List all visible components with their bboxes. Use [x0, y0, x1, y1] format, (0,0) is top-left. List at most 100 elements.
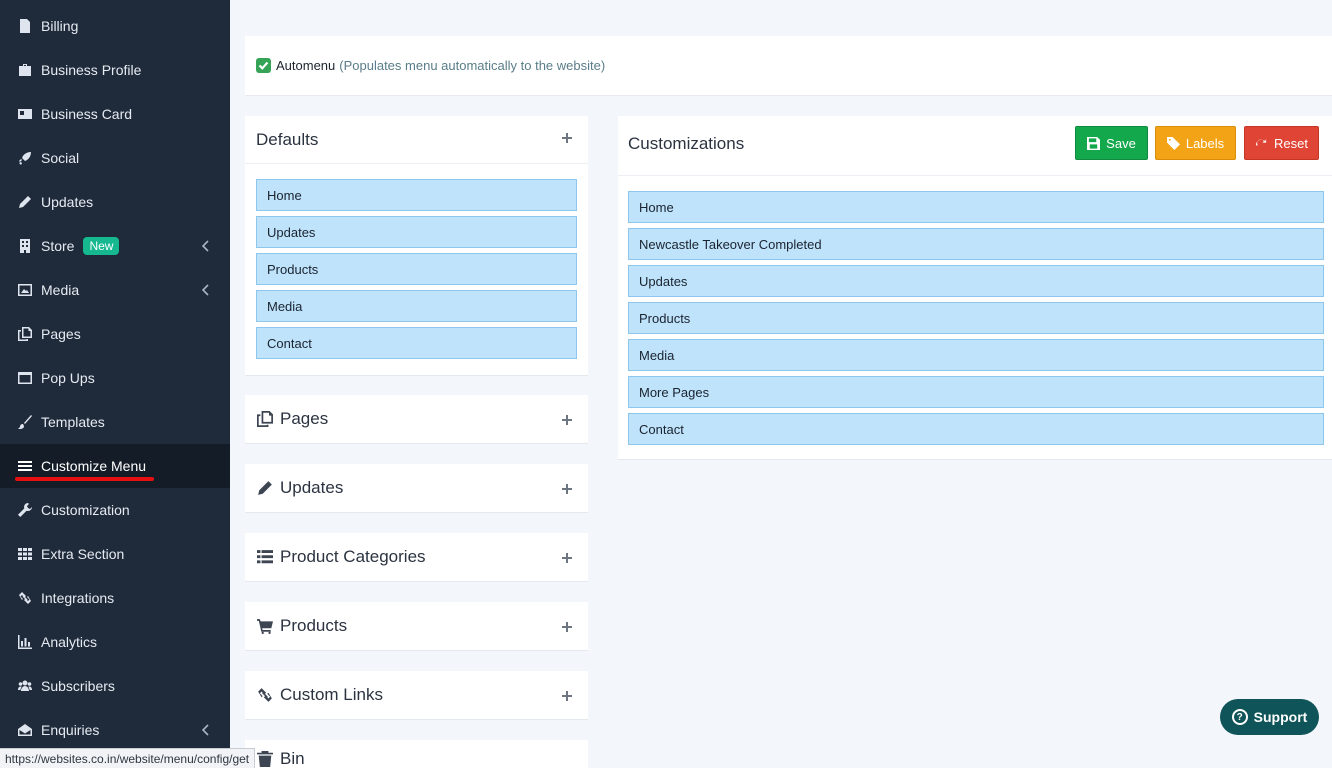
sidebar-item-label: Subscribers [41, 678, 115, 694]
pencil-icon [256, 479, 274, 497]
reset-label: Reset [1274, 135, 1308, 151]
sidebar-item-customize-menu[interactable]: Customize Menu [0, 444, 230, 488]
sidebar-item-customization[interactable]: Customization [0, 488, 230, 532]
sidebar-item-label: Customize Menu [41, 458, 147, 474]
trash-icon [256, 750, 274, 768]
automenu-checkbox[interactable] [256, 58, 271, 73]
sidebar-item-pages[interactable]: Pages [0, 312, 230, 356]
pencil-icon [17, 194, 33, 210]
product-categories-panel[interactable]: Product Categories [245, 533, 588, 582]
sidebar-item-integrations[interactable]: Integrations [0, 576, 230, 620]
sidebar-item-subscribers[interactable]: Subscribers [0, 664, 230, 708]
list-icon [256, 548, 274, 566]
updates-title: Updates [280, 478, 344, 497]
support-button[interactable]: ? Support [1220, 699, 1319, 735]
defaults-item-contact[interactable]: Contact [256, 327, 577, 359]
defaults-item-media[interactable]: Media [256, 290, 577, 322]
automenu-hint: (Populates menu automatically to the web… [339, 58, 606, 73]
custom-links-panel[interactable]: Custom Links [245, 671, 588, 720]
custom-item-contact[interactable]: Contact [628, 413, 1324, 445]
sidebar-item-media[interactable]: Media [0, 268, 230, 312]
sidebar-item-label: Business Card [41, 106, 133, 122]
labels-label: Labels [1185, 135, 1225, 151]
products-header[interactable]: Products [245, 602, 588, 650]
grid-icon [17, 546, 33, 562]
status-url: https://websites.co.in/website/menu/conf… [5, 751, 250, 766]
cart-icon [256, 617, 274, 635]
defaults-panel: Defaults Home Updates Products Media Con… [245, 116, 588, 376]
defaults-item-products[interactable]: Products [256, 253, 577, 285]
floppy-icon [1087, 136, 1101, 150]
sidebar-item-label: Templates [41, 414, 105, 430]
defaults-item-home[interactable]: Home [256, 179, 577, 211]
sidebar: Billing Business Profile Business Card S… [0, 0, 230, 768]
sidebar-item-label: Store [41, 238, 75, 254]
file-icon [17, 18, 33, 34]
automenu-panel: Automenu (Populates menu automatically t… [245, 36, 1332, 96]
save-button[interactable]: Save [1075, 126, 1148, 160]
chevron-left-icon [201, 239, 212, 253]
sidebar-item-updates[interactable]: Updates [0, 180, 230, 224]
sidebar-item-extra-section[interactable]: Extra Section [0, 532, 230, 576]
divider [245, 163, 588, 164]
custom-item-newcastle[interactable]: Newcastle Takeover Completed [628, 228, 1324, 260]
product-categories-header[interactable]: Product Categories [245, 533, 588, 581]
sidebar-item-social[interactable]: Social [0, 136, 230, 180]
products-panel[interactable]: Products [245, 602, 588, 651]
sidebar-item-pop-ups[interactable]: Pop Ups [0, 356, 230, 400]
bin-panel[interactable]: Bin [245, 740, 588, 768]
custom-links-header[interactable]: Custom Links [245, 671, 588, 719]
users-icon [17, 678, 33, 694]
plus-icon[interactable] [561, 551, 573, 563]
envelope-open-icon [17, 722, 33, 738]
sidebar-item-templates[interactable]: Templates [0, 400, 230, 444]
custom-item-media[interactable]: Media [628, 339, 1324, 371]
status-url-bar: https://websites.co.in/website/menu/conf… [0, 748, 256, 768]
automenu-label: Automenu [276, 58, 336, 73]
sidebar-item-store[interactable]: Store New [0, 224, 230, 268]
labels-button[interactable]: Labels [1155, 126, 1236, 160]
sidebar-item-label: Social [41, 150, 80, 166]
sidebar-item-business-profile[interactable]: Business Profile [0, 48, 230, 92]
plus-icon[interactable] [561, 620, 573, 632]
sidebar-item-enquiries[interactable]: Enquiries [0, 708, 230, 752]
custom-links-title: Custom Links [280, 685, 383, 704]
custom-item-more-pages[interactable]: More Pages [628, 376, 1324, 408]
defaults-item-updates[interactable]: Updates [256, 216, 577, 248]
custom-item-products[interactable]: Products [628, 302, 1324, 334]
defaults-header[interactable]: Defaults [245, 116, 588, 164]
bin-header[interactable]: Bin [245, 740, 588, 768]
sidebar-item-label: Customization [41, 502, 130, 518]
defaults-title: Defaults [256, 130, 319, 149]
copy-icon [256, 410, 274, 428]
sidebar-item-label: Pop Ups [41, 370, 95, 386]
plus-icon[interactable] [561, 131, 573, 143]
reset-button[interactable]: Reset [1244, 126, 1319, 160]
bar-chart-icon [17, 634, 33, 650]
sidebar-item-label: Enquiries [41, 722, 100, 738]
chevron-left-icon [201, 283, 212, 297]
plus-icon[interactable] [561, 482, 573, 494]
plus-icon[interactable] [561, 689, 573, 701]
sidebar-item-analytics[interactable]: Analytics [0, 620, 230, 664]
sidebar-item-label: Pages [41, 326, 81, 342]
id-card-icon [17, 106, 33, 122]
brush-icon [17, 414, 33, 430]
pages-header[interactable]: Pages [245, 395, 588, 443]
plus-icon[interactable] [561, 413, 573, 425]
products-title: Products [280, 616, 348, 635]
active-underline [15, 477, 154, 481]
updates-header[interactable]: Updates [245, 464, 588, 512]
updates-panel[interactable]: Updates [245, 464, 588, 513]
divider [618, 175, 1332, 176]
pages-panel[interactable]: Pages [245, 395, 588, 444]
sidebar-item-label: Extra Section [41, 546, 125, 562]
customizations-title: Customizations [628, 134, 745, 153]
custom-item-updates[interactable]: Updates [628, 265, 1324, 297]
window-icon [17, 370, 33, 386]
custom-item-home[interactable]: Home [628, 191, 1324, 223]
sidebar-item-label: Media [41, 282, 80, 298]
sidebar-item-business-card[interactable]: Business Card [0, 92, 230, 136]
sidebar-item-billing[interactable]: Billing [0, 4, 230, 48]
link-icon [256, 686, 274, 704]
